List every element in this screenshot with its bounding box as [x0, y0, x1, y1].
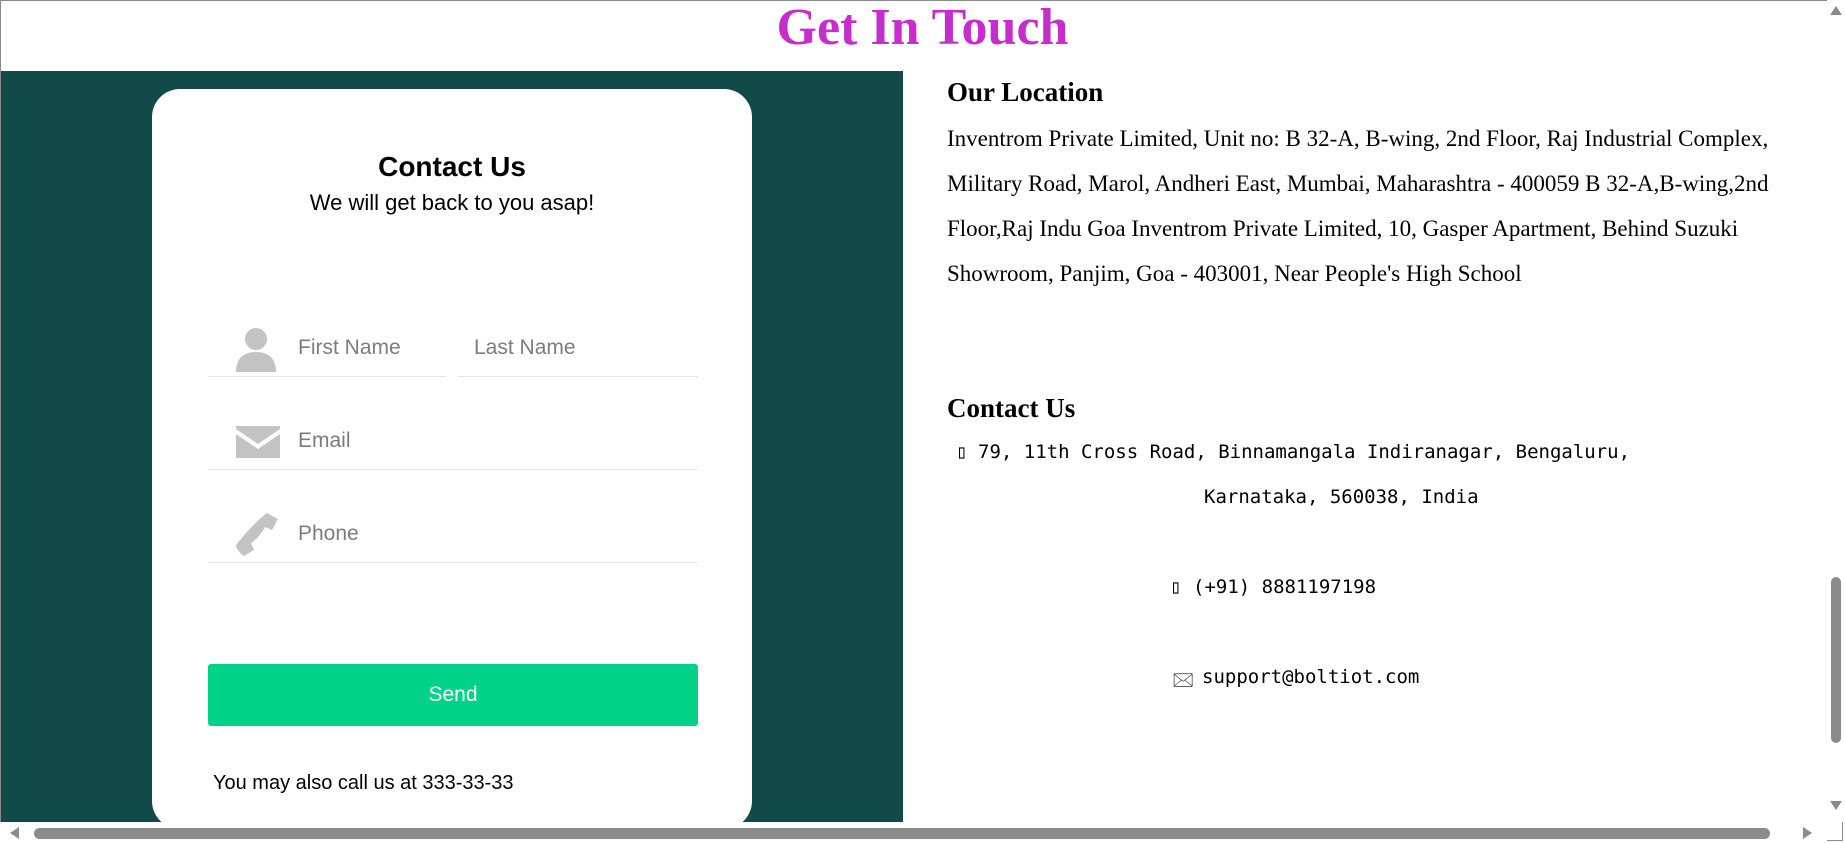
phone-glyph-icon: ▯	[1170, 576, 1182, 598]
horizontal-scrollbar[interactable]	[0, 822, 1827, 842]
contact-card: Contact Us We will get back to you asap!	[152, 89, 752, 829]
email-field[interactable]	[208, 426, 698, 470]
map-pin-icon: ▯	[956, 441, 968, 463]
mail-icon: 🖂	[1172, 669, 1195, 691]
call-note: You may also call us at 333-33-33	[213, 772, 514, 794]
page-title: Get In Touch	[776, 0, 1069, 56]
first-name-field[interactable]	[208, 333, 446, 377]
email-input[interactable]	[298, 426, 698, 456]
scroll-down-icon[interactable]	[1830, 801, 1842, 810]
scroll-up-icon[interactable]	[1830, 6, 1842, 15]
location-address: Inventrom Private Limited, Unit no: B 32…	[947, 126, 1769, 286]
last-name-input[interactable]	[474, 333, 698, 363]
last-name-field[interactable]	[458, 333, 698, 377]
contact-panel: Contact Us We will get back to you asap!	[1, 71, 903, 829]
first-name-input[interactable]	[298, 333, 446, 363]
vertical-scrollbar[interactable]	[1827, 0, 1844, 822]
contact-phone: (+91) 8881197198	[1193, 576, 1377, 598]
location-title: Our Location	[947, 77, 1104, 107]
contact-address-line2: Karnataka, 560038, India	[1204, 486, 1479, 508]
contact-title: Contact Us	[947, 393, 1076, 423]
horizontal-scroll-thumb[interactable]	[34, 828, 1770, 839]
phone-input[interactable]	[298, 519, 698, 549]
scroll-left-icon[interactable]	[10, 827, 19, 839]
vertical-scroll-thumb[interactable]	[1831, 577, 1841, 743]
scroll-right-icon[interactable]	[1803, 827, 1812, 839]
form-subtitle: We will get back to you asap!	[309, 190, 595, 215]
contact-address-line1: 79, 11th Cross Road, Binnamangala Indira…	[978, 441, 1631, 463]
form-title: Contact Us	[378, 151, 526, 182]
send-button[interactable]: Send	[208, 664, 698, 726]
phone-field[interactable]	[208, 519, 698, 563]
contact-email: support@boltiot.com	[1202, 666, 1420, 688]
